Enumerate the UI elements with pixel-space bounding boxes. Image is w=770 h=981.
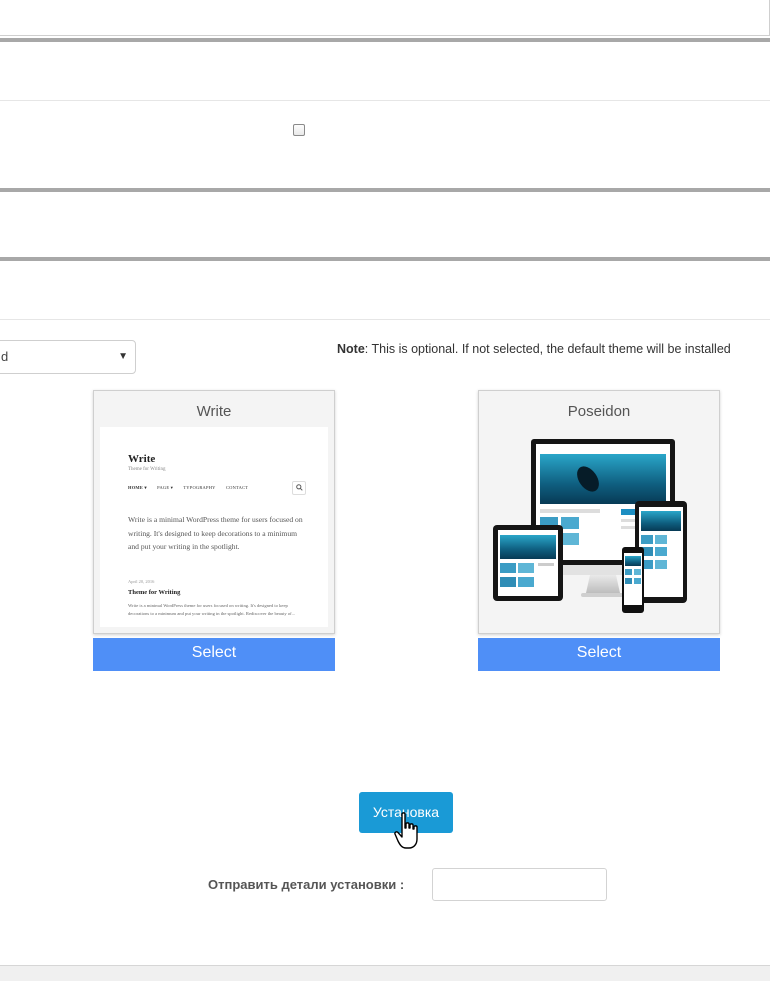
hand-pointer-icon [394,812,422,857]
preview-post-title: Theme for Writing [128,589,181,596]
preview-site-title: Write [128,453,156,465]
preview-nav-item: CONTACT [225,485,249,490]
theme-select[interactable]: d ▼ [0,340,136,374]
theme-card-poseidon: Poseidon [478,390,720,634]
send-details-input[interactable] [432,868,607,901]
note-text: : This is optional. If not selected, the… [364,342,731,356]
theme-screenshot-write: Write Theme for Writing HOME ▾ PAGE ▾ TY… [100,427,328,627]
preview-tagline: Theme for Writing [128,467,166,472]
preview-nav: HOME ▾ PAGE ▾ TYPOGRAPHY CONTACT [128,485,257,491]
select-poseidon-button[interactable]: Select [478,638,720,671]
option-checkbox[interactable] [293,124,305,136]
theme-name: Poseidon [567,403,631,420]
theme-card-write: Write Write Theme for Writing HOME ▾ PAG… [93,390,335,634]
theme-screenshot-poseidon [485,427,713,627]
section-divider [0,257,770,261]
search-icon [292,481,306,495]
row-divider [0,100,770,101]
send-details-label: Отправить детали установки : [208,877,405,892]
preview-excerpt: Write is a minimal WordPress theme for u… [128,603,296,616]
note-label: Note [337,342,365,356]
top-text-field[interactable] [0,0,770,36]
select-write-button[interactable]: Select [93,638,335,671]
section-divider [0,38,770,42]
preview-nav-item: PAGE ▾ [157,485,174,490]
bottom-scrollbar[interactable] [0,965,770,981]
chevron-down-icon: ▼ [118,351,128,362]
devices-mockup-image [493,439,687,613]
preview-intro: Write is a minimal WordPress theme for u… [128,515,303,551]
theme-note: Note: This is optional. If not selected,… [337,342,731,356]
preview-nav-item: HOME ▾ [128,485,147,490]
preview-date: April 20, 2016 [128,579,155,584]
theme-name: Write [196,403,232,420]
preview-nav-item: TYPOGRAPHY [183,485,216,490]
row-divider [0,319,770,320]
section-divider [0,188,770,192]
theme-select-value: d [1,349,9,364]
